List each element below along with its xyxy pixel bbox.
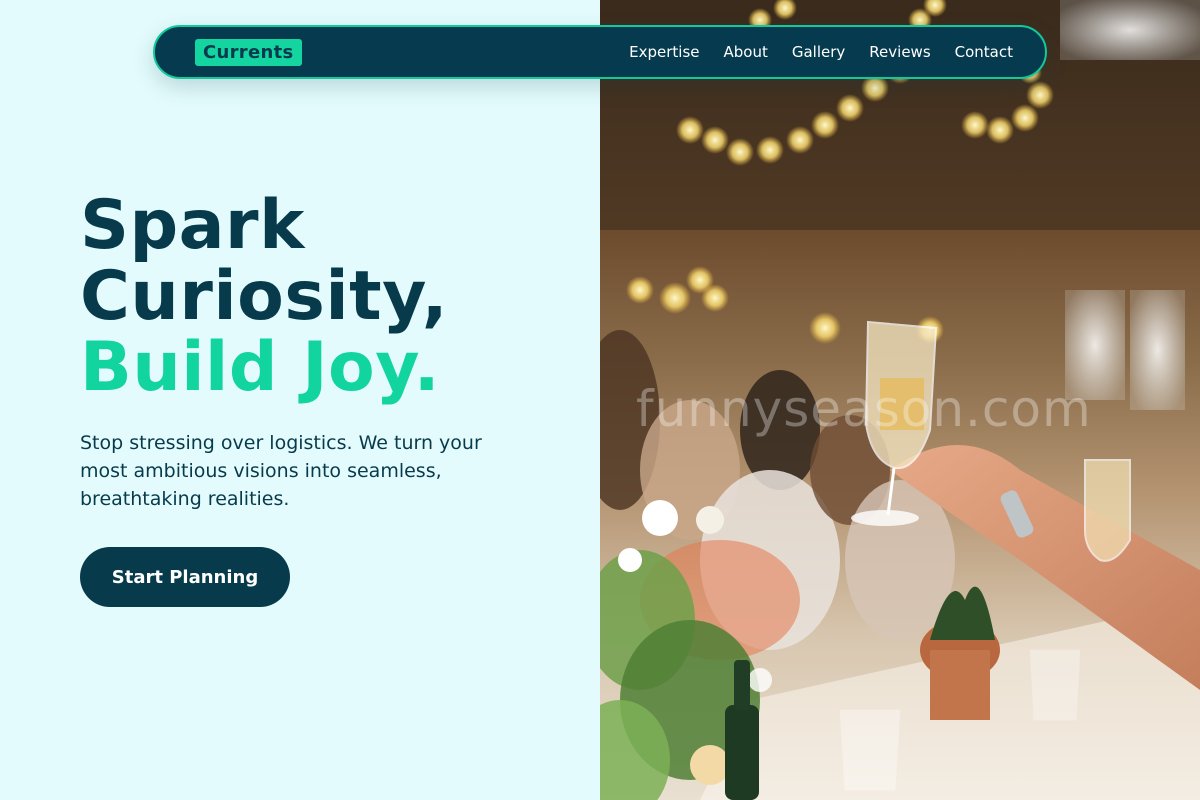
nav-link-gallery[interactable]: Gallery [792, 43, 845, 61]
headline-line-1: Spark [80, 186, 305, 265]
hero-photo: funnyseason.com [600, 0, 1200, 800]
hero-headline: Spark Curiosity, Build Joy. [80, 190, 580, 403]
top-navbar: Currents Expertise About Gallery Reviews… [153, 25, 1047, 79]
nav-link-about[interactable]: About [724, 43, 768, 61]
nav-links: Expertise About Gallery Reviews Contact [629, 43, 1013, 61]
headline-accent: Build Joy. [80, 328, 441, 407]
start-planning-button[interactable]: Start Planning [80, 547, 290, 607]
watermark-text: funnyseason.com [636, 380, 1092, 438]
hero-section: Spark Curiosity, Build Joy. Stop stressi… [80, 190, 580, 607]
hero-lead-text: Stop stressing over logistics. We turn y… [80, 432, 482, 510]
headline-line-2: Curiosity, [80, 257, 449, 336]
nav-link-reviews[interactable]: Reviews [869, 43, 930, 61]
brand-logo[interactable]: Currents [195, 38, 302, 66]
nav-link-expertise[interactable]: Expertise [629, 43, 699, 61]
nav-link-contact[interactable]: Contact [955, 43, 1013, 61]
